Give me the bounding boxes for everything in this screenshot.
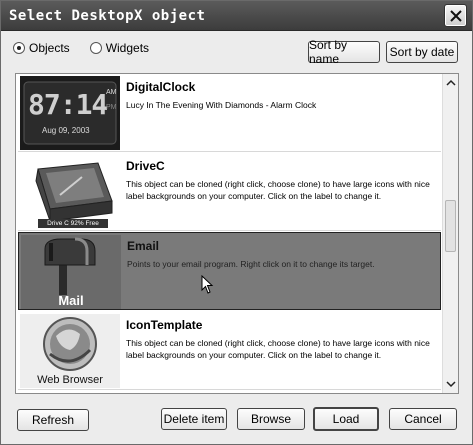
load-button[interactable]: Load [313,407,379,431]
item-title: Email [127,239,160,253]
item-title: DriveC [126,159,165,173]
clock-am: AM [106,89,117,96]
clock-time: 87:14 [28,88,108,121]
list-item[interactable]: Web Browser IconTemplate This object can… [18,312,441,390]
title-bar[interactable]: Select DesktopX object [1,1,472,31]
scroll-thumb[interactable] [445,200,456,252]
delete-item-button[interactable]: Delete item [161,408,227,430]
list-item-selected[interactable]: Mail Email Points to your email program.… [18,232,441,310]
web-browser-caption: Web Browser [37,374,103,386]
item-title: IconTemplate [126,318,203,332]
close-icon [449,9,462,22]
objects-radio[interactable]: Objects [13,41,70,55]
item-description: This object can be cloned (right click, … [126,338,430,360]
objects-radio-label: Objects [29,41,70,55]
drivec-thumbnail: Drive C 92% Free [20,155,120,229]
refresh-button[interactable]: Refresh [17,409,89,431]
window-title: Select DesktopX object [9,8,206,24]
objects-radio-indicator[interactable] [13,42,25,54]
item-description: This object can be cloned (right click, … [126,179,430,201]
widgets-radio-label: Widgets [105,41,150,55]
widgets-radio[interactable]: Widgets [89,41,150,55]
icontemplate-thumbnail: Web Browser [20,314,120,388]
email-caption: Mail [58,293,84,308]
scroll-down-icon[interactable] [446,379,456,389]
email-thumbnail: Mail [21,235,121,309]
cancel-button[interactable]: Cancel [389,408,457,430]
item-description: Lucy In The Evening With Diamonds - Alar… [126,100,317,110]
clock-date: Aug 09, 2003 [42,126,90,135]
dialog-window: Select DesktopX object Objects Widgets S… [0,0,473,445]
browse-button[interactable]: Browse [237,408,305,430]
list-item[interactable]: 87:14 AM PM Aug 09, 2003 DigitalClock Lu… [18,74,441,152]
close-button[interactable] [444,4,467,27]
drive-caption: Drive C 92% Free [38,219,108,228]
vertical-scrollbar[interactable] [442,74,458,393]
filter-radio-group: Objects Widgets [13,41,149,55]
list-item[interactable]: Drive C 92% Free DriveC This object can … [18,153,441,231]
hard-drive-icon [35,162,113,222]
object-list-viewport: 87:14 AM PM Aug 09, 2003 DigitalClock Lu… [16,74,443,393]
sort-by-date-button[interactable]: Sort by date [386,41,458,63]
scroll-up-icon[interactable] [446,78,456,88]
item-title: DigitalClock [126,80,196,94]
digitalclock-thumbnail: 87:14 AM PM Aug 09, 2003 [20,76,120,150]
sort-by-name-button[interactable]: Sort by name [308,38,380,66]
clock-pm: PM [106,104,117,111]
item-description: Points to your email program. Right clic… [127,259,375,269]
mouse-pointer-icon [201,275,214,294]
object-list[interactable]: 87:14 AM PM Aug 09, 2003 DigitalClock Lu… [15,73,459,394]
widgets-radio-indicator[interactable] [89,42,102,54]
